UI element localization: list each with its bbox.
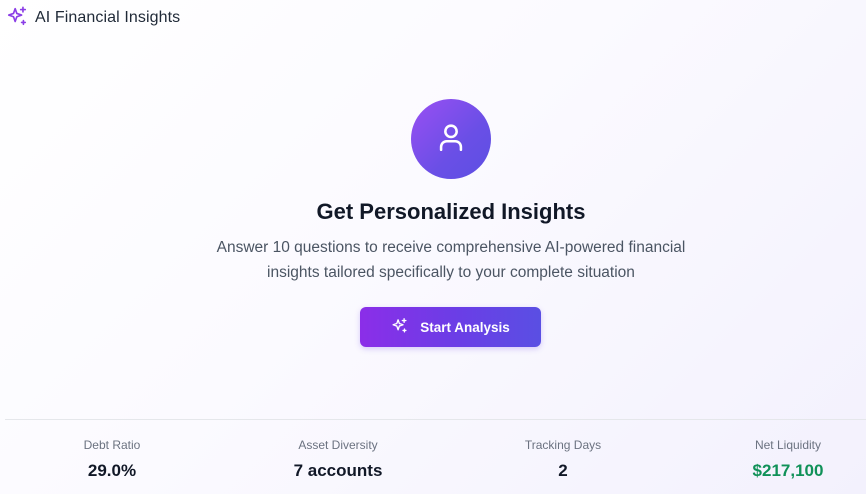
stat-tracking-days: Tracking Days 2 — [473, 437, 653, 481]
user-icon — [434, 120, 468, 159]
stat-label: Net Liquidity — [754, 438, 822, 452]
start-analysis-button[interactable]: Start Analysis — [360, 307, 541, 347]
hero-title: Get Personalized Insights — [316, 199, 586, 224]
stat-net-liquidity: Net Liquidity $217,100 — [698, 437, 866, 481]
stats-divider — [5, 419, 866, 420]
stat-value: 2 — [558, 461, 568, 480]
user-avatar-badge — [411, 99, 491, 179]
stat-debt-ratio: Debt Ratio 29.0% — [22, 437, 202, 481]
stat-value: 7 accounts — [293, 461, 383, 480]
start-analysis-label: Start Analysis — [420, 319, 510, 335]
stat-value: $217,100 — [752, 461, 824, 480]
stat-asset-diversity: Asset Diversity 7 accounts — [248, 437, 428, 481]
sparkles-icon — [391, 317, 408, 337]
sparkles-icon — [6, 5, 28, 32]
stat-value: 29.0% — [87, 461, 137, 480]
stat-label: Debt Ratio — [83, 438, 141, 452]
app-title: AI Financial Insights — [35, 9, 181, 26]
stat-label: Asset Diversity — [298, 438, 378, 452]
hero-description: Answer 10 questions to receive comprehen… — [216, 239, 686, 281]
stat-label: Tracking Days — [524, 438, 602, 452]
app-header: AI Financial Insights — [6, 5, 181, 32]
